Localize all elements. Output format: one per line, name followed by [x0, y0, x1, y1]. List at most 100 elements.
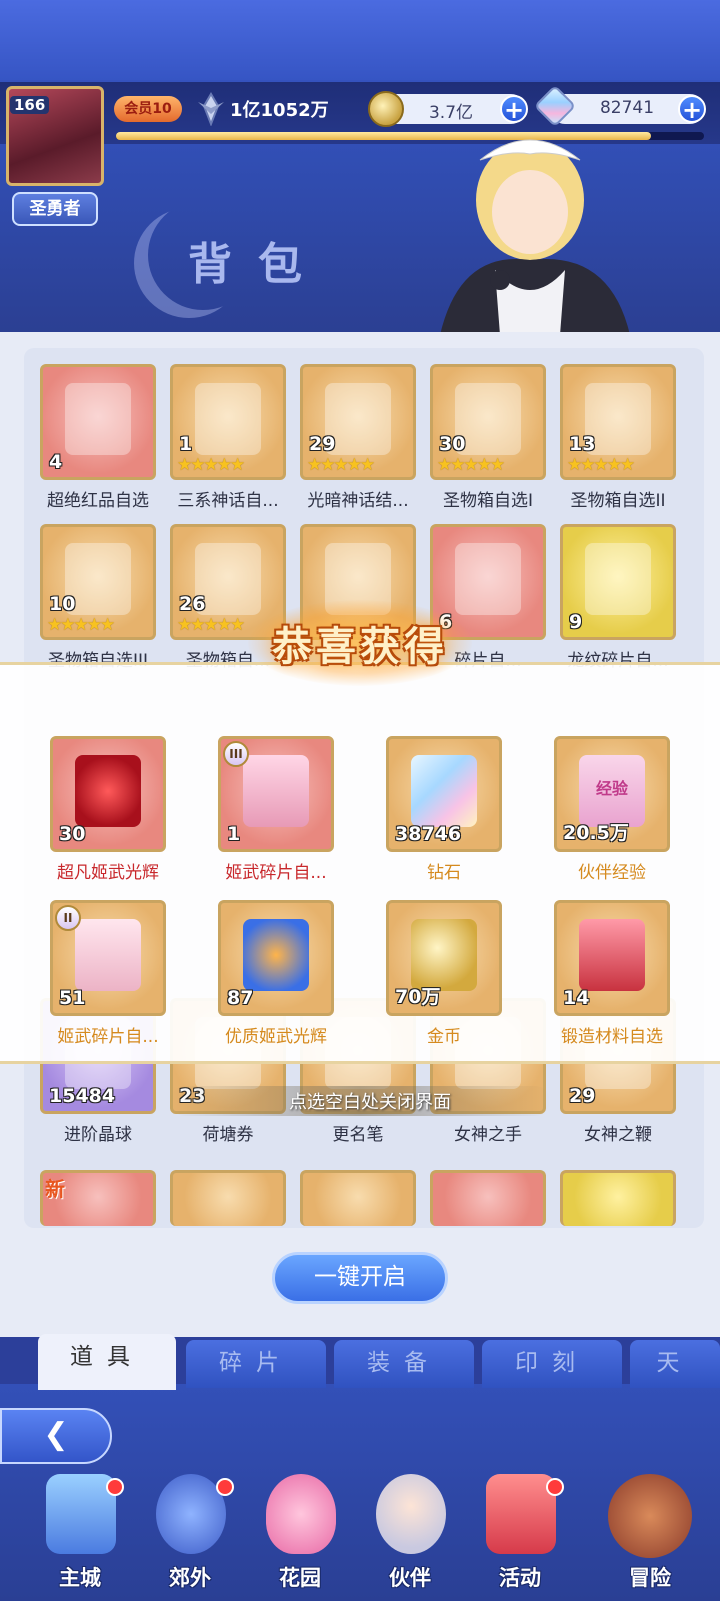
item-art-icon	[455, 543, 521, 615]
reward-item-card[interactable]: 87	[218, 900, 334, 1016]
item-name: 荷塘券	[202, 1125, 254, 1145]
item-name: 锻造材料自选	[561, 1027, 663, 1047]
item-name: 姬武碎片自...	[57, 1027, 159, 1047]
item-quantity: 70万	[395, 986, 441, 1008]
nav-label: 冒险	[629, 1566, 671, 1590]
player-level: 166	[10, 96, 50, 114]
item-art-icon	[195, 383, 261, 455]
star-rating: ★★★★★	[177, 455, 245, 475]
item-quantity: 51	[59, 987, 86, 1009]
nav-main-city[interactable]: 主城	[30, 1470, 130, 1601]
gold-amount: 3.7亿	[428, 103, 474, 123]
item-quantity: 13	[569, 433, 596, 455]
add-gems-button[interactable]: +	[678, 95, 706, 123]
star-rating: ★★★★★	[307, 455, 375, 475]
new-badge: 新	[45, 1177, 65, 1201]
item-quantity: 26	[179, 593, 206, 615]
item-quantity: 4	[49, 451, 63, 473]
tab-fragments[interactable]: 碎片	[186, 1340, 326, 1388]
nav-label: 活动	[499, 1566, 541, 1590]
bag-item-card[interactable]: 4	[40, 364, 156, 480]
item-name: 优质姬武光辉	[225, 1027, 327, 1047]
heart-icon	[266, 1474, 336, 1554]
item-name: 光暗神话结...	[307, 491, 409, 511]
item-quantity: 9	[569, 611, 583, 633]
tab-more[interactable]: 天	[630, 1340, 720, 1388]
back-arrow-icon: ❮	[43, 1417, 69, 1452]
nav-partners[interactable]: 伙伴	[360, 1470, 460, 1601]
tab-equipment[interactable]: 装备	[334, 1340, 474, 1388]
gold-display: 3.7亿 +	[368, 91, 528, 127]
top-strip	[0, 0, 720, 80]
item-name: 圣物箱自选I	[442, 491, 533, 511]
tier-badge: III	[223, 741, 249, 767]
nav-label: 花园	[279, 1566, 321, 1590]
item-quantity: 15484	[49, 1085, 116, 1107]
reward-item-card[interactable]: 20.5万 经验	[554, 736, 670, 852]
bag-item-card[interactable]: ★★★★★ 29	[300, 364, 416, 480]
nav-adventure[interactable]: 冒险	[600, 1470, 700, 1601]
item-quantity: 29	[309, 433, 336, 455]
notification-dot	[216, 1478, 234, 1496]
item-name: 超凡姬武光辉	[57, 863, 159, 883]
star-rating: ★★★★★	[437, 455, 505, 475]
reward-item-card[interactable]: 30	[50, 736, 166, 852]
vip-badge[interactable]: 会员10	[114, 96, 182, 122]
item-quantity: 29	[569, 1085, 596, 1107]
partner-portrait-icon	[376, 1474, 446, 1554]
item-quantity: 10	[49, 593, 76, 615]
reward-item-card[interactable]: 51 II	[50, 900, 166, 1016]
bag-item-card[interactable]	[170, 1170, 286, 1226]
bag-item-card[interactable]: ★★★★★ 1	[170, 364, 286, 480]
tab-imprint[interactable]: 印刻	[482, 1340, 622, 1388]
bag-item-card[interactable]	[560, 1170, 676, 1226]
reward-item-card[interactable]: 70万	[386, 900, 502, 1016]
player-title-badge[interactable]: 圣勇者	[12, 192, 98, 226]
reward-item-card[interactable]: 1 III	[218, 736, 334, 852]
bag-item-card[interactable]: 9	[560, 524, 676, 640]
bag-item-card[interactable]: 新	[40, 1170, 156, 1226]
item-name: 进阶晶球	[64, 1125, 132, 1145]
character-illustration	[440, 139, 630, 335]
gold-coin-icon	[368, 91, 404, 127]
bag-item-card[interactable]: ★★★★★ 13	[560, 364, 676, 480]
chest-iii-icon	[243, 755, 309, 827]
gem-amount: 82741	[599, 98, 655, 118]
notification-dot	[546, 1478, 564, 1496]
item-quantity: 30	[59, 823, 86, 845]
item-name: 三系神话自...	[177, 491, 279, 511]
bag-item-card[interactable]	[300, 1170, 416, 1226]
item-name: 伙伴经验	[578, 863, 646, 883]
item-name: 女神之鞭	[584, 1125, 652, 1145]
item-quantity: 1	[227, 823, 241, 845]
combat-power: 1亿1052万	[230, 100, 329, 121]
star-rating: ★★★★★	[567, 455, 635, 475]
exp-label: 经验	[595, 779, 628, 798]
nav-label: 郊外	[169, 1566, 211, 1590]
bag-item-card[interactable]	[430, 1170, 546, 1226]
nav-label: 伙伴	[389, 1566, 431, 1590]
tier-badge: II	[55, 905, 81, 931]
back-button[interactable]: ❮	[0, 1408, 112, 1464]
tab-items[interactable]: 道具	[38, 1334, 176, 1390]
reward-title: 恭喜获得	[272, 624, 448, 670]
add-gold-button[interactable]: +	[500, 95, 528, 123]
item-art-icon	[65, 383, 131, 455]
nav-outskirts[interactable]: 郊外	[140, 1470, 240, 1601]
item-name: 女神之手	[454, 1125, 522, 1145]
item-name: 更名笔	[332, 1125, 384, 1145]
item-name: 金币	[427, 1027, 461, 1047]
reward-item-card[interactable]: 14	[554, 900, 670, 1016]
nav-events[interactable]: 活动	[470, 1470, 570, 1601]
gold-coin-icon	[411, 919, 477, 991]
open-all-button[interactable]: 一键开启	[272, 1252, 448, 1304]
item-quantity: 20.5万	[563, 822, 629, 844]
compass-icon	[608, 1474, 692, 1558]
orange-gem-icon	[243, 919, 309, 991]
item-name: 钻石	[427, 863, 461, 883]
bag-item-card[interactable]: ★★★★★ 30	[430, 364, 546, 480]
reward-item-card[interactable]: 38746	[386, 736, 502, 852]
star-rating: ★★★★★	[47, 615, 115, 635]
nav-garden[interactable]: 花园	[250, 1470, 350, 1601]
bag-item-card[interactable]: ★★★★★ 10	[40, 524, 156, 640]
